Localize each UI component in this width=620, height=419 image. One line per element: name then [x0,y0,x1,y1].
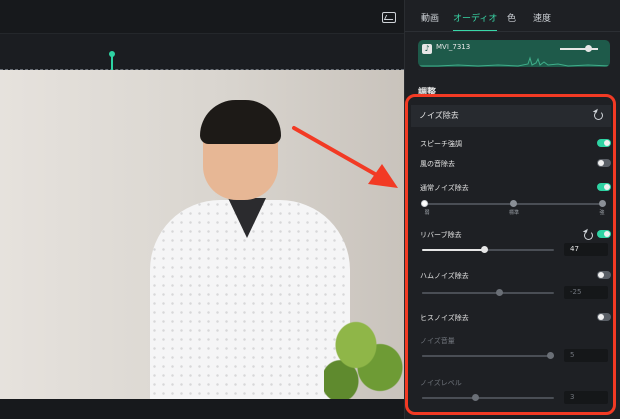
hiss-removal-label: ヒスノイズ除去 [420,314,469,322]
music-icon: ♪ [422,44,432,54]
noise-level-slider-knob[interactable] [471,394,479,401]
noise-volume-input[interactable]: 5 [564,349,608,362]
speaker-image [150,100,350,399]
noise-removal-title: ノイズ除去 [419,111,459,120]
playhead[interactable] [109,51,115,70]
hum-removal-row: ハムノイズ除去 [408,269,619,285]
reset-icon[interactable] [584,231,593,240]
normal-noise-label: 通常ノイズ除去 [420,184,469,192]
wind-removal-row: 風の音除去 [408,157,619,173]
normal-noise-toggle[interactable] [597,183,611,191]
noise-volume-slider[interactable] [422,352,555,359]
speech-enhance-row: スピーチ強調 [408,137,619,153]
reverb-slider[interactable] [422,246,554,253]
reset-icon[interactable] [594,111,603,120]
level-stop-weak[interactable] [421,200,428,207]
reverb-removal-toggle[interactable] [597,230,611,238]
level-label-strong: 強 [599,210,605,216]
level-stop-strong[interactable] [599,200,606,207]
noise-level-input[interactable]: 3 [564,391,608,404]
properties-panel: 動画 オーディオ 色 速度 ♪ MVI_7313 調整 ノイズ除去 スピーチ強調… [404,0,620,419]
clip-volume-slider[interactable] [560,45,598,52]
tab-color[interactable]: 色 [507,8,516,30]
noise-volume-label: ノイズ音量 [420,337,455,345]
noise-volume-slider-fill [422,355,551,357]
tab-video[interactable]: 動画 [421,8,439,30]
noise-removal-header[interactable]: ノイズ除去 [411,105,611,127]
reverb-removal-row: リバーブ除去 [408,228,619,244]
hiss-removal-row: ヒスノイズ除去 [408,311,619,327]
reverb-slider-knob[interactable] [481,246,489,253]
waveform [418,56,610,67]
hum-removal-label: ハムノイズ除去 [420,272,469,280]
hum-removal-toggle[interactable] [597,271,611,279]
wind-removal-label: 風の音除去 [420,160,455,168]
snapshot-icon[interactable] [382,12,396,23]
audio-clip-card[interactable]: ♪ MVI_7313 [418,40,610,67]
wind-removal-toggle[interactable] [597,159,611,167]
normal-noise-level-slider[interactable] [421,200,606,207]
noise-level-row: ノイズレベル [408,376,619,392]
reverb-value-input[interactable]: 47 [564,243,608,256]
reverb-removal-label: リバーブ除去 [420,231,462,239]
level-label-standard: 標準 [508,210,520,216]
reverb-slider-fill [422,249,485,251]
clip-name: MVI_7313 [436,43,471,51]
hiss-removal-toggle[interactable] [597,313,611,321]
level-label-weak: 弱 [424,210,430,216]
noise-removal-highlight: ノイズ除去 スピーチ強調 風の音除去 通常ノイズ除去 弱 標準 強 リバーブ除去 [405,94,616,415]
preview-area [0,0,404,419]
hum-value-input[interactable]: -25 [564,286,608,299]
noise-volume-row: ノイズ音量 [408,334,619,350]
speech-enhance-toggle[interactable] [597,139,611,147]
speech-enhance-label: スピーチ強調 [420,140,462,148]
noise-level-slider-fill [422,397,475,399]
preview-bottom-bar [0,399,404,419]
hum-slider-knob[interactable] [495,289,503,296]
level-stop-standard[interactable] [510,200,517,207]
tab-audio[interactable]: オーディオ [453,8,498,32]
hum-slider[interactable] [422,289,554,296]
noise-level-label: ノイズレベル [420,379,462,387]
noise-volume-slider-knob[interactable] [547,352,555,359]
plant-image [324,309,404,399]
noise-level-slider[interactable] [422,394,554,401]
hum-slider-fill [422,292,499,294]
video-preview [0,70,404,399]
timeline-ruler[interactable] [0,34,404,70]
normal-noise-row: 通常ノイズ除去 [408,181,619,197]
preview-toolbar [0,0,404,34]
panel-tabs: 動画 オーディオ 色 速度 [405,8,620,32]
tab-speed[interactable]: 速度 [533,8,551,30]
